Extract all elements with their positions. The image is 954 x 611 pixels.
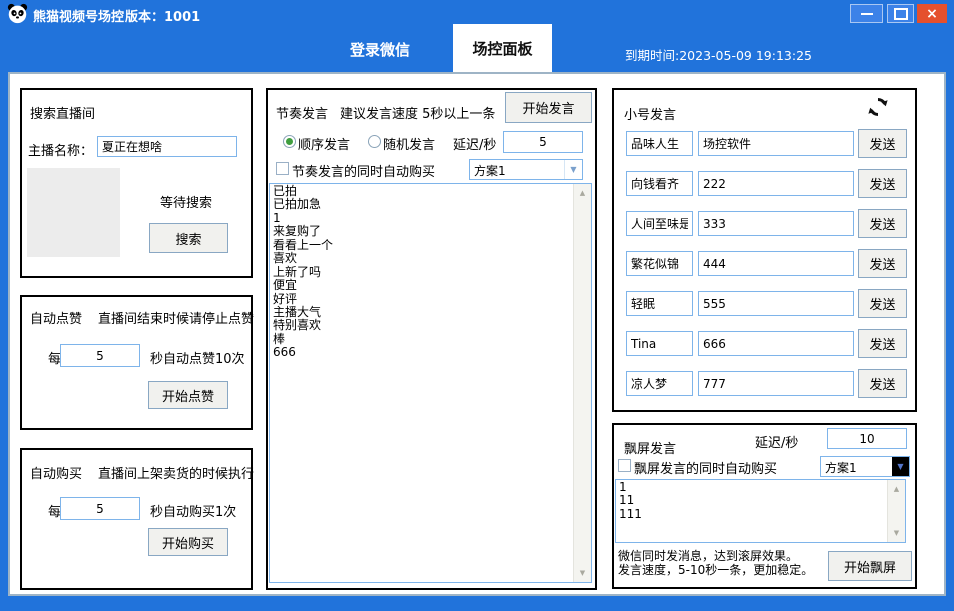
- radio-random-label: 随机发言: [383, 134, 435, 153]
- auto-like-group: 自动点赞 直播间结束时候请停止点赞 每 秒自动点赞10次 开始点赞: [20, 295, 253, 430]
- start-like-button[interactable]: 开始点赞: [148, 381, 228, 409]
- auto-buy-suffix-label: 秒自动购买1次: [150, 501, 236, 520]
- alt-message-input-4[interactable]: [698, 251, 854, 276]
- float-plan-dropdown[interactable]: 方案1 ▼: [820, 456, 910, 477]
- alt-account-group: 小号发言 发送 发送 发送 发送 发送: [612, 88, 917, 412]
- rhythm-autobuy-label: 节奏发言的同时自动购买: [292, 161, 435, 180]
- start-buy-button[interactable]: 开始购买: [148, 528, 228, 556]
- start-float-button[interactable]: 开始飘屏: [828, 551, 912, 581]
- auto-like-interval-input[interactable]: [60, 344, 140, 367]
- scroll-down-icon[interactable]: ▼: [894, 524, 899, 542]
- alt-name-input-5[interactable]: [626, 291, 693, 316]
- rhythm-plan-dropdown[interactable]: 方案1 ▼: [469, 159, 583, 180]
- liveroom-preview-box: [27, 168, 120, 257]
- alt-message-input-3[interactable]: [698, 211, 854, 236]
- refresh-icon[interactable]: [866, 95, 890, 123]
- search-button[interactable]: 搜索: [149, 223, 228, 253]
- window-title: 熊猫视频号场控: [33, 6, 124, 25]
- anchor-name-label: 主播名称：: [28, 140, 93, 159]
- rhythm-delay-label: 延迟/秒: [453, 134, 496, 153]
- close-button[interactable]: ×: [917, 4, 947, 23]
- rhythm-plan-value: 方案1: [470, 160, 564, 179]
- float-scrollbar[interactable]: ▲ ▼: [887, 480, 905, 542]
- anchor-name-input[interactable]: [97, 136, 237, 157]
- search-group-title: 搜索直播间: [30, 103, 95, 122]
- alt-name-input-3[interactable]: [626, 211, 693, 236]
- close-icon: ×: [926, 6, 938, 22]
- float-note-line2: 发言速度，5-10秒一条，更加稳定。: [618, 561, 813, 578]
- auto-like-suffix-label: 秒自动点赞10次: [150, 348, 245, 367]
- maximize-icon: [894, 8, 908, 20]
- float-plan-value: 方案1: [821, 457, 892, 476]
- scroll-up-icon[interactable]: ▲: [580, 184, 585, 202]
- auto-like-title: 自动点赞: [30, 308, 82, 327]
- expiry-time: 到期时间:2023-05-09 19:13:25: [625, 45, 812, 64]
- maximize-button[interactable]: [887, 4, 914, 23]
- radio-random-speech[interactable]: [368, 135, 381, 148]
- alt-message-input-1[interactable]: [698, 131, 854, 156]
- send-button-6[interactable]: 发送: [858, 329, 907, 358]
- alt-name-input-7[interactable]: [626, 371, 693, 396]
- search-status-text: 等待搜索: [160, 192, 212, 211]
- send-button-7[interactable]: 发送: [858, 369, 907, 398]
- float-plan-arrow-icon: ▼: [892, 457, 909, 476]
- float-autobuy-checkbox[interactable]: [618, 459, 631, 472]
- send-button-1[interactable]: 发送: [858, 129, 907, 158]
- float-messages-textarea[interactable]: 1 11 111: [616, 480, 887, 542]
- send-button-4[interactable]: 发送: [858, 249, 907, 278]
- rhythm-messages-textarea[interactable]: 已拍 已拍加急 1 来复购了 看看上一个 喜欢 上新了吗 便宜 好评 主播大气 …: [270, 184, 573, 582]
- version-label: 版本：1001: [125, 6, 200, 25]
- tab-control-panel[interactable]: 场控面板: [453, 24, 552, 72]
- tab-control-panel-label: 场控面板: [472, 38, 532, 59]
- scroll-up-icon[interactable]: ▲: [894, 480, 899, 498]
- auto-like-hint: 直播间结束时候请停止点赞: [98, 308, 254, 327]
- rhythm-plan-arrow-icon: ▼: [564, 160, 582, 179]
- minimize-button[interactable]: [850, 4, 883, 23]
- app-window: 熊猫视频号场控 版本：1001 × 登录微信 场控面板 到期时间:2023-05…: [0, 0, 954, 611]
- float-screen-group: 飘屏发言 延迟/秒 飘屏发言的同时自动购买 方案1 ▼ 1 11 111 ▲ ▼…: [612, 423, 917, 589]
- auto-buy-interval-input[interactable]: [60, 497, 140, 520]
- rhythm-hint: 建议发言速度 5秒以上一条: [340, 103, 495, 122]
- alt-message-input-6[interactable]: [698, 331, 854, 356]
- main-panel: 搜索直播间 主播名称： 等待搜索 搜索 自动点赞 直播间结束时候请停止点赞 每 …: [8, 72, 946, 596]
- auto-buy-hint: 直播间上架卖货的时候执行: [98, 463, 254, 482]
- send-button-2[interactable]: 发送: [858, 169, 907, 198]
- auto-buy-title: 自动购买: [30, 463, 82, 482]
- float-delay-label: 延迟/秒: [755, 432, 798, 451]
- float-messages-box: 1 11 111 ▲ ▼: [615, 479, 906, 543]
- float-autobuy-label: 飘屏发言的同时自动购买: [634, 458, 777, 477]
- search-liveroom-group: 搜索直播间 主播名称： 等待搜索 搜索: [20, 88, 253, 278]
- rhythm-title: 节奏发言: [276, 103, 328, 122]
- send-button-5[interactable]: 发送: [858, 289, 907, 318]
- alt-name-input-4[interactable]: [626, 251, 693, 276]
- alt-name-input-2[interactable]: [626, 171, 693, 196]
- alt-name-input-6[interactable]: [626, 331, 693, 356]
- rhythm-scrollbar[interactable]: ▲ ▼: [573, 184, 591, 582]
- scroll-down-icon[interactable]: ▼: [580, 564, 585, 582]
- alt-message-input-7[interactable]: [698, 371, 854, 396]
- alt-account-title: 小号发言: [624, 104, 676, 123]
- alt-message-input-2[interactable]: [698, 171, 854, 196]
- radio-sequential-speech[interactable]: [283, 135, 296, 148]
- auto-buy-group: 自动购买 直播间上架卖货的时候执行 每 秒自动购买1次 开始购买: [20, 448, 253, 590]
- float-title: 飘屏发言: [624, 438, 676, 457]
- rhythm-messages-box: 已拍 已拍加急 1 来复购了 看看上一个 喜欢 上新了吗 便宜 好评 主播大气 …: [269, 183, 592, 583]
- radio-sequential-label: 顺序发言: [298, 134, 350, 153]
- panda-app-icon: [7, 3, 28, 28]
- alt-message-input-5[interactable]: [698, 291, 854, 316]
- minimize-icon: [861, 13, 873, 15]
- alt-name-input-1[interactable]: [626, 131, 693, 156]
- float-delay-input[interactable]: [827, 428, 907, 449]
- rhythm-speech-group: 节奏发言 建议发言速度 5秒以上一条 开始发言 顺序发言 随机发言 延迟/秒 节…: [266, 88, 597, 590]
- rhythm-delay-input[interactable]: [503, 131, 583, 153]
- start-speech-button[interactable]: 开始发言: [505, 92, 592, 123]
- rhythm-autobuy-checkbox[interactable]: [276, 162, 289, 175]
- tab-login-wechat[interactable]: 登录微信: [350, 39, 410, 60]
- send-button-3[interactable]: 发送: [858, 209, 907, 238]
